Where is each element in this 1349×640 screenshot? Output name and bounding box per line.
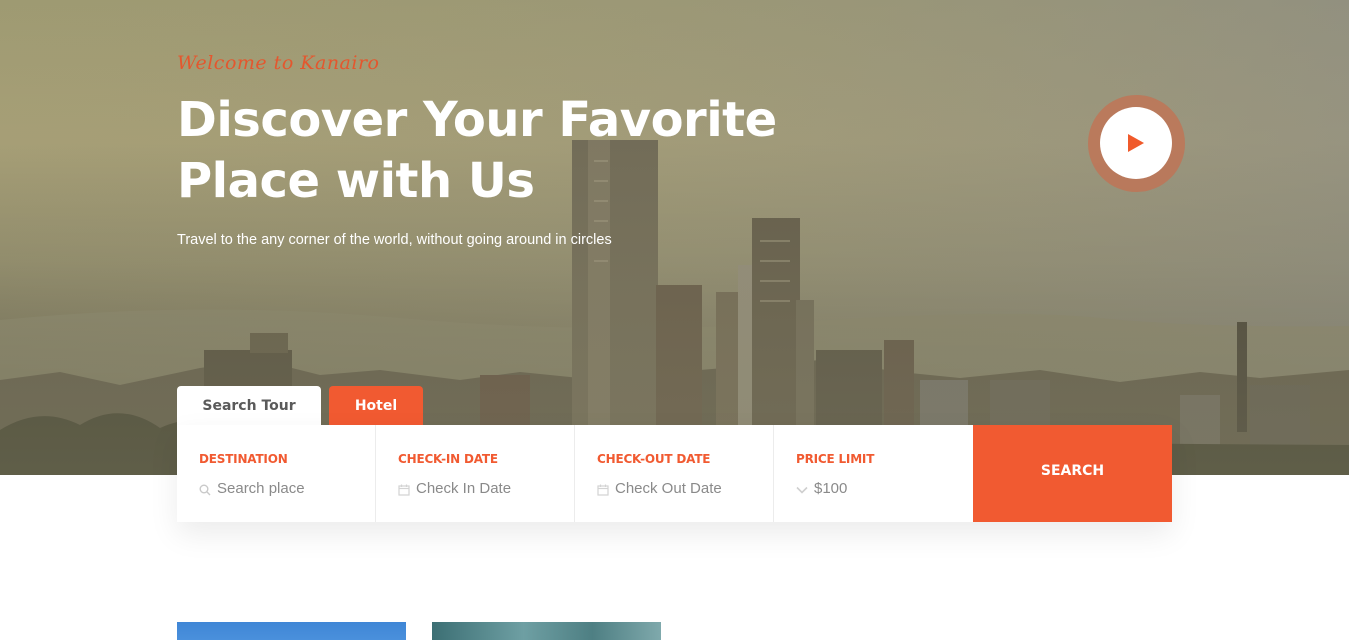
destination-input[interactable]: Search place (217, 480, 305, 497)
check-in-field[interactable]: CHECK-IN DATE Check In Date (376, 425, 575, 522)
calendar-icon (597, 484, 609, 496)
hero-subtitle: Travel to the any corner of the world, w… (177, 232, 612, 248)
play-icon (1128, 134, 1144, 152)
destination-card-image[interactable] (177, 622, 406, 640)
tab-search-tour[interactable]: Search Tour (177, 386, 321, 425)
destination-field[interactable]: DESTINATION Search place (177, 425, 376, 522)
check-out-field[interactable]: CHECK-OUT DATE Check Out Date (575, 425, 774, 522)
search-icon (199, 484, 211, 496)
hero-title-line-1: Discover Your Favorite (177, 92, 777, 148)
calendar-icon (398, 484, 410, 496)
destination-label: DESTINATION (199, 452, 288, 466)
search-form: DESTINATION Search place CHECK-IN DATE C… (177, 425, 1172, 522)
welcome-tagline: Welcome to Kanairo (177, 52, 380, 74)
chevron-down-icon (796, 486, 808, 494)
destination-card-image[interactable] (432, 622, 661, 640)
price-limit-label: PRICE LIMIT (796, 452, 875, 466)
tab-hotel[interactable]: Hotel (329, 386, 423, 425)
check-out-label: CHECK-OUT DATE (597, 452, 711, 466)
hero-title-line-2: Place with Us (177, 153, 535, 209)
price-limit-field[interactable]: PRICE LIMIT $100 (774, 425, 973, 522)
play-video-button[interactable] (1100, 107, 1172, 179)
search-button[interactable]: SEARCH (973, 425, 1172, 522)
price-limit-select[interactable]: $100 (814, 480, 847, 497)
hero-title: Discover Your Favorite Place with Us (177, 90, 817, 212)
check-out-input[interactable]: Check Out Date (615, 480, 722, 497)
check-in-label: CHECK-IN DATE (398, 452, 498, 466)
check-in-input[interactable]: Check In Date (416, 480, 511, 497)
